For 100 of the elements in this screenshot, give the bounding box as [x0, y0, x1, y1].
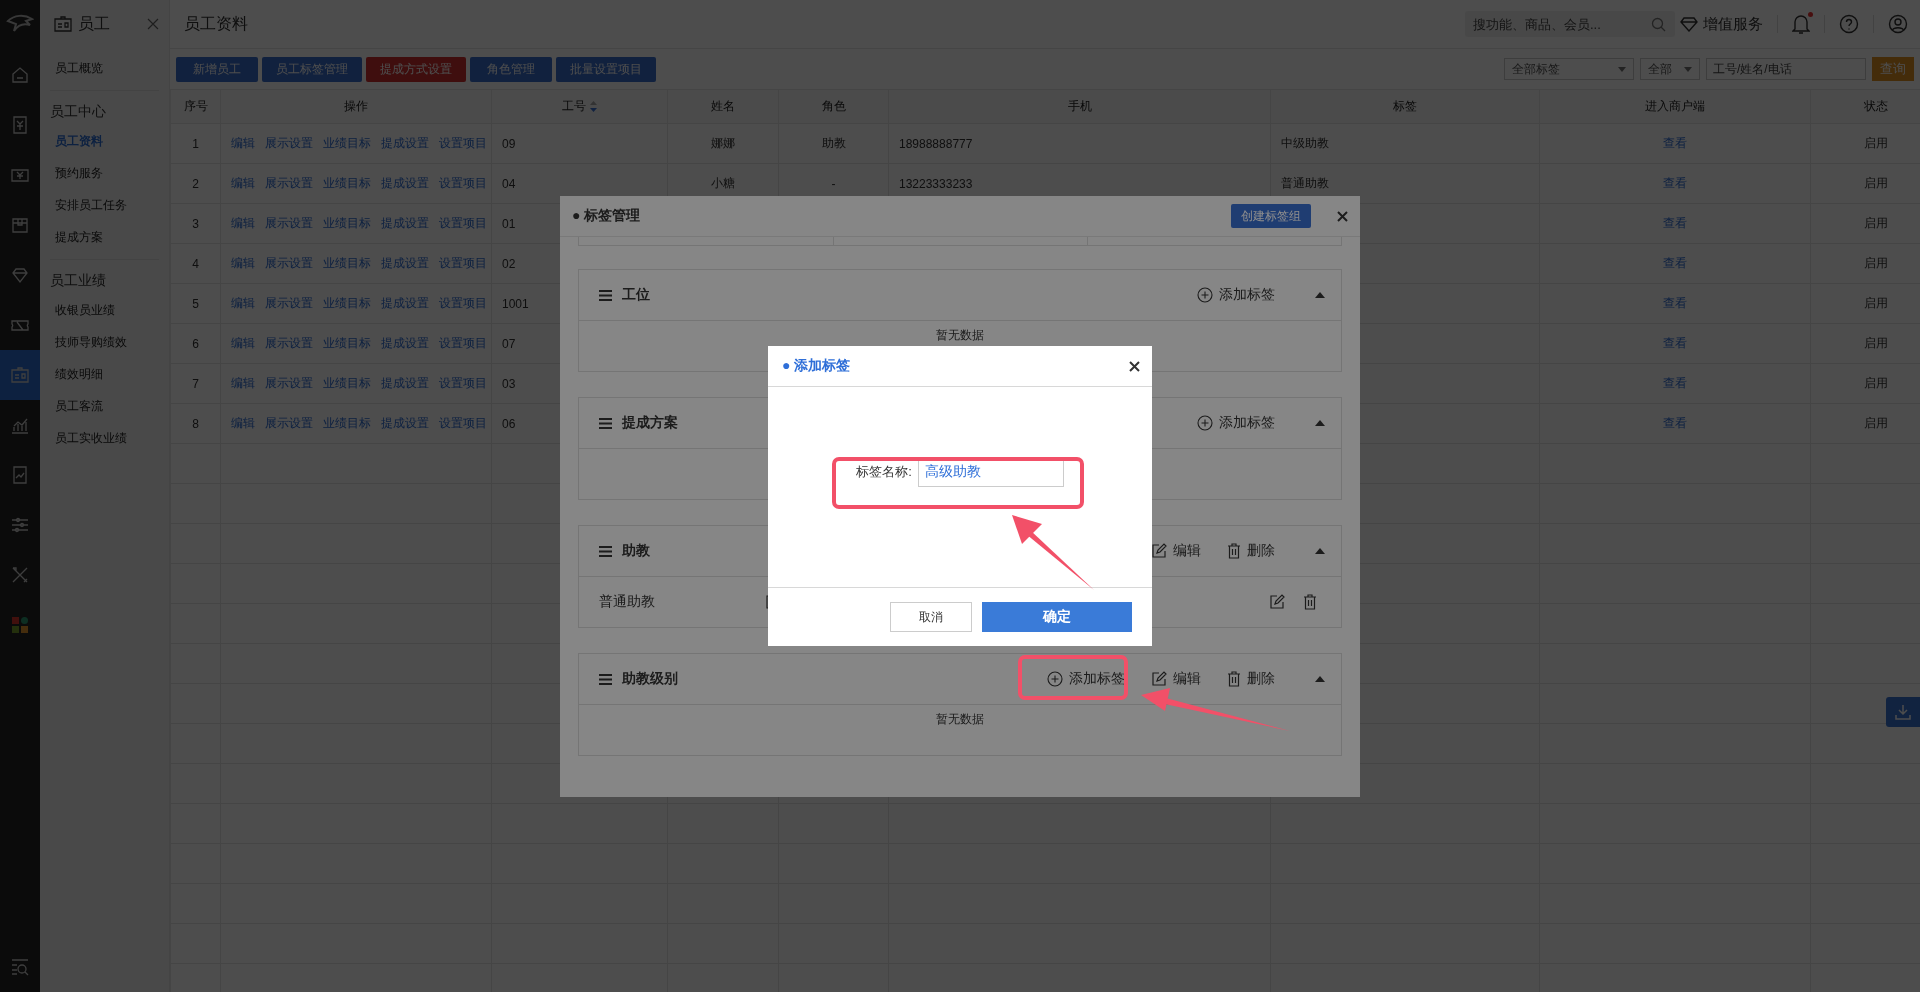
- tag-name: 普通助教: [599, 593, 656, 611]
- delete-group-button[interactable]: 删除: [1227, 670, 1275, 688]
- table-cell: 18988888777: [899, 136, 973, 151]
- confirm-button[interactable]: 确定: [982, 602, 1132, 632]
- sidebar-item[interactable]: 员工资料: [50, 125, 159, 157]
- nav-icon: [10, 615, 30, 635]
- view-link[interactable]: 查看: [1663, 296, 1687, 310]
- table-link[interactable]: 业绩目标: [323, 335, 371, 352]
- nav-icon: [10, 215, 30, 235]
- help-button[interactable]: [1839, 14, 1859, 34]
- download-button[interactable]: [1886, 697, 1920, 727]
- column-header: 工号: [562, 98, 586, 115]
- view-link[interactable]: 查看: [1663, 256, 1687, 270]
- table-cell: 1: [192, 136, 199, 151]
- nav-icon: [10, 565, 30, 585]
- diamond-icon: [1680, 16, 1698, 32]
- table-cell: 13223333233: [899, 176, 973, 191]
- trash-icon: [1227, 671, 1241, 687]
- table-link[interactable]: 业绩目标: [323, 215, 371, 232]
- table-cell: 普通助教: [1281, 176, 1329, 190]
- table-link[interactable]: 业绩目标: [323, 295, 371, 312]
- notification-button[interactable]: [1792, 14, 1810, 34]
- delete-group-button[interactable]: 删除: [1227, 542, 1275, 560]
- table-cell: 06: [502, 416, 516, 431]
- nav-button[interactable]: [0, 350, 40, 400]
- page-title: 员工资料: [184, 13, 248, 34]
- help-icon: [1839, 14, 1859, 34]
- view-link[interactable]: 查看: [1663, 416, 1687, 430]
- column-header: 姓名: [711, 98, 735, 115]
- caret-icon: [1618, 66, 1626, 72]
- cancel-button[interactable]: 取消: [890, 602, 972, 632]
- sidebar-item[interactable]: 提成方案: [50, 221, 159, 253]
- value-service-button[interactable]: 增值服务: [1680, 14, 1763, 34]
- column-header: 标签: [1393, 98, 1417, 115]
- table-link[interactable]: 业绩目标: [323, 175, 371, 192]
- sidebar-title: 员工: [78, 13, 110, 34]
- column-header: 序号: [183, 98, 208, 115]
- plus-circle-icon: [1197, 415, 1213, 431]
- edit-group-button[interactable]: 编辑: [1151, 542, 1201, 560]
- create-group-button[interactable]: 创建标签组: [1231, 204, 1311, 228]
- table-cell: 6: [192, 336, 199, 351]
- collapse-caret-icon[interactable]: [1315, 676, 1325, 682]
- account-button[interactable]: [1888, 14, 1908, 34]
- table-cell: 01: [502, 216, 516, 231]
- column-header: 角色: [821, 98, 846, 115]
- trash-icon[interactable]: [1303, 594, 1317, 610]
- id-card-icon: [54, 16, 72, 32]
- view-link[interactable]: 查看: [1663, 136, 1687, 150]
- nav-icon: [10, 115, 30, 135]
- table-link[interactable]: 业绩目标: [323, 375, 371, 392]
- add-tag-button[interactable]: 添加标签: [1047, 670, 1125, 688]
- download-icon: [1895, 704, 1911, 720]
- sort-icon[interactable]: [590, 101, 597, 112]
- view-link[interactable]: 查看: [1663, 376, 1687, 390]
- column-header: 状态: [1863, 98, 1888, 115]
- edit-icon[interactable]: [1269, 594, 1285, 610]
- table-link[interactable]: 业绩目标: [323, 135, 371, 152]
- user-icon: [1888, 14, 1908, 34]
- table-cell: 1001: [502, 296, 529, 311]
- dialog-title: ● 标签管理: [572, 207, 641, 225]
- view-link[interactable]: 查看: [1663, 336, 1687, 350]
- column-header: 操作: [344, 98, 368, 115]
- query-button[interactable]: 查询: [1872, 57, 1914, 81]
- nav-icon: [10, 515, 30, 535]
- collapse-caret-icon[interactable]: [1315, 548, 1325, 554]
- table-link[interactable]: 业绩目标: [323, 255, 371, 272]
- tag-group-name: 工位: [622, 286, 650, 304]
- column-header: 手机: [1067, 98, 1092, 115]
- menu-icon: [599, 545, 612, 557]
- close-icon[interactable]: [1129, 360, 1140, 372]
- tag-group-name: 助教: [622, 542, 650, 560]
- nav-icon: [10, 65, 30, 85]
- add-tag-button[interactable]: 添加标签: [1197, 414, 1275, 432]
- empty-text: 暂无数据: [935, 326, 985, 344]
- bell-icon: [1792, 14, 1810, 34]
- plus-circle-icon: [1047, 671, 1063, 687]
- column-header: 进入商户端: [1645, 98, 1705, 115]
- menu-icon: [599, 417, 612, 429]
- table-link[interactable]: 业绩目标: [323, 415, 371, 432]
- table-cell: 助教: [821, 136, 846, 150]
- collapse-caret-icon[interactable]: [1315, 420, 1325, 426]
- table-cell: 04: [502, 176, 516, 191]
- view-link[interactable]: 查看: [1663, 216, 1687, 230]
- nav-icon: [10, 265, 30, 285]
- edit-group-button[interactable]: 编辑: [1151, 670, 1201, 688]
- sidebar-item[interactable]: 预约服务: [50, 157, 159, 189]
- sidebar-heading: 员工中心: [50, 102, 107, 121]
- tag-group-name: 助教级别: [622, 670, 678, 688]
- add-tag-button[interactable]: 添加标签: [1197, 286, 1275, 304]
- edit-icon: [1151, 543, 1167, 559]
- sidebar-item[interactable]: 绩效明细: [50, 358, 159, 390]
- trash-icon: [1227, 543, 1241, 559]
- table-cell: 02: [502, 256, 516, 271]
- plus-circle-icon: [1197, 287, 1213, 303]
- menu-icon: [599, 289, 612, 301]
- table-cell: 4: [192, 256, 199, 271]
- view-link[interactable]: 查看: [1663, 176, 1687, 190]
- table-cell: 7: [192, 376, 199, 391]
- collapse-caret-icon[interactable]: [1315, 292, 1325, 298]
- sidebar-item[interactable]: 技师导购绩效: [50, 326, 159, 358]
